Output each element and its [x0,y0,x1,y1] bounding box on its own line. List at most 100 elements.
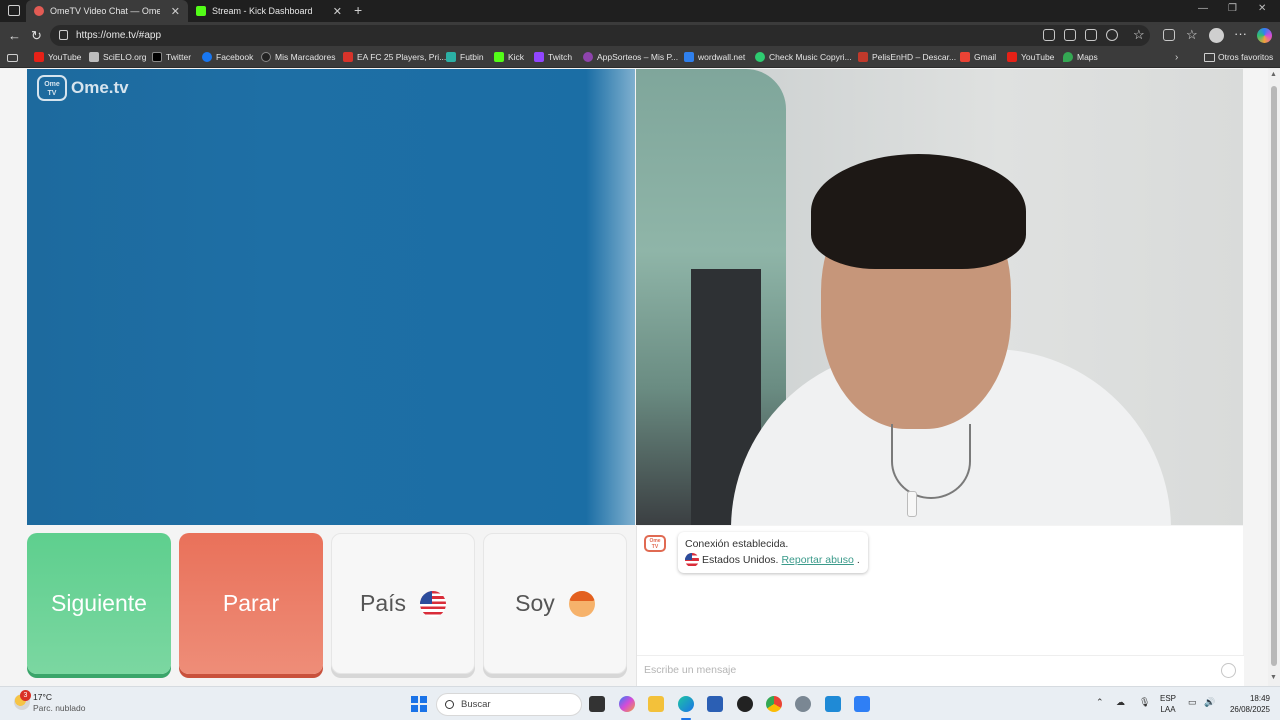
bookmark-mis-marcadores[interactable]: Mis Marcadores [261,52,335,62]
bookmark-label: Check Music Copyri... [769,52,852,62]
remote-video [636,69,1243,525]
back-icon[interactable]: ← [8,28,21,43]
address-bar[interactable]: https://ome.tv/#app [50,25,1150,46]
browser-tab-bar: OmeTV Video Chat — Omeg ✕ Stream - Kick … [0,0,1280,22]
bookmark-wordwall[interactable]: wordwall.net [684,52,745,62]
edge-icon[interactable] [678,696,694,712]
eafc-icon [343,52,353,62]
bookmark-label: Gmail [974,52,997,62]
logo-text: Ome.tv [71,78,129,97]
weather-temp: 17°C [33,692,52,702]
obs-icon[interactable] [737,696,753,712]
country-button[interactable]: País [331,533,475,674]
onedrive-icon[interactable]: ☁ [1116,697,1125,708]
bookmarks-menu-icon[interactable] [7,54,18,62]
search-label: Buscar [461,699,491,710]
network-icon[interactable]: ▭ [1188,697,1197,708]
person-hair [811,154,1026,269]
tab-kick-dashboard[interactable]: Stream - Kick Dashboard ✕ [188,0,350,22]
page-scrollbar[interactable]: ▲ ▼ [1268,68,1280,686]
scrollbar-thumb[interactable] [1271,86,1277,666]
bookmark-youtube[interactable]: YouTube [34,52,81,62]
bookmark-check-music[interactable]: Check Music Copyri... [755,52,852,62]
bookmark-gmail[interactable]: Gmail [960,52,996,62]
tab-actions-icon[interactable] [8,5,20,16]
copilot-icon[interactable] [1257,28,1272,43]
tab-ometv[interactable]: OmeTV Video Chat — Omeg ✕ [26,0,188,22]
taskbar-search[interactable]: Buscar [436,693,582,716]
twitch-icon [534,52,544,62]
chevron-right-icon[interactable]: › [1175,52,1178,63]
bookmark-youtube-2[interactable]: YouTube [1007,52,1054,62]
bookmark-maps[interactable]: Maps [1063,52,1098,62]
folder-icon [1204,53,1215,62]
extensions-icon[interactable] [1163,29,1175,41]
copilot-app-icon[interactable] [619,696,635,712]
restore-icon[interactable]: ❐ [1228,3,1237,14]
task-view-icon[interactable] [589,696,605,712]
bookmark-label: Twitter [166,52,192,62]
chevron-up-icon[interactable]: ⌃ [1096,697,1104,708]
bookmark-label: PelisEnHD – Descar... [872,52,957,62]
scroll-up-icon[interactable]: ▲ [1270,71,1277,78]
minimize-icon[interactable]: — [1198,3,1208,14]
message-input[interactable]: Escribe un mensaje [637,655,1244,686]
favorites-icon[interactable]: ☆ [1186,27,1198,43]
bookmark-label: Futbin [460,52,484,62]
wordwall-icon [684,52,694,62]
file-explorer-icon[interactable] [648,696,664,712]
bookmark-label: Facebook [216,52,254,62]
cast-icon[interactable] [1043,29,1055,41]
bookmark-pelisenhd[interactable]: PelisEnHD – Descar... [858,52,956,62]
url-text: https://ome.tv/#app [76,30,162,41]
apps-icon[interactable] [1064,29,1076,41]
youtube-icon [1007,52,1017,62]
weather-widget[interactable]: 3 17°C Parc. nublado [12,690,85,714]
chat-panel: Ome TV Conexión establecida. Estados Uni… [636,526,1244,686]
close-window-icon[interactable]: ✕ [1258,3,1266,14]
other-bookmarks[interactable]: Otros favoritos [1218,52,1273,62]
bookmark-twitter[interactable]: Twitter [152,52,191,62]
site-info-icon[interactable] [59,30,68,40]
system-clock[interactable]: 18:49 26/08/2025 [1226,693,1270,715]
refresh-icon[interactable]: ↻ [31,28,42,44]
report-suffix: . [856,554,860,566]
tv-logo-icon: Ome TV [37,75,67,101]
volume-icon[interactable]: 🔊 [1204,697,1215,708]
stop-button-label: Parar [222,590,280,616]
input-language[interactable]: ESP LAA [1160,693,1176,715]
scroll-down-icon[interactable]: ▼ [1270,674,1277,681]
bookmark-twitch[interactable]: Twitch [534,52,572,62]
report-abuse-link[interactable]: Reportar abuso [781,552,853,568]
ometv-chat-logo-icon: Ome TV [644,535,666,552]
favorite-star-icon[interactable]: ☆ [1133,27,1145,43]
chrome-icon[interactable] [766,696,782,712]
lang-code: ESP [1160,694,1177,703]
gender-button[interactable]: Soy [483,533,627,674]
bookmark-scielo[interactable]: SciELO.org [89,52,146,62]
translate-icon[interactable] [1085,29,1097,41]
country-button-label: País [359,590,407,616]
bookmark-eafc[interactable]: EA FC 25 Players, Pri... [343,52,446,62]
new-tab-icon[interactable]: + [354,2,362,18]
bookmark-futbin[interactable]: Futbin [446,52,484,62]
profile-avatar[interactable] [1209,28,1224,43]
close-tab-icon[interactable]: ✕ [171,5,180,18]
stop-button[interactable]: Parar [179,533,323,674]
microphone-icon[interactable]: 🎙 [1139,697,1150,708]
bookmark-kick[interactable]: Kick [494,52,524,62]
message-placeholder: Escribe un mensaje [644,664,737,676]
bookmark-appsorteos[interactable]: AppSorteos – Mis P... [583,52,678,62]
close-tab-icon[interactable]: ✕ [333,5,342,18]
notepad-icon[interactable] [825,696,841,712]
store-icon[interactable] [707,696,723,712]
snipping-tool-icon[interactable] [854,696,870,712]
settings-icon[interactable] [795,696,811,712]
bookmark-facebook[interactable]: Facebook [202,52,253,62]
emoji-icon[interactable] [1221,663,1236,678]
windows-start-icon[interactable] [411,696,427,712]
next-button[interactable]: Siguiente [27,533,171,674]
settings-menu-icon[interactable]: ··· [1234,26,1247,41]
more-extensions-icon[interactable] [1106,29,1118,41]
bookmark-label: SciELO.org [103,52,147,62]
